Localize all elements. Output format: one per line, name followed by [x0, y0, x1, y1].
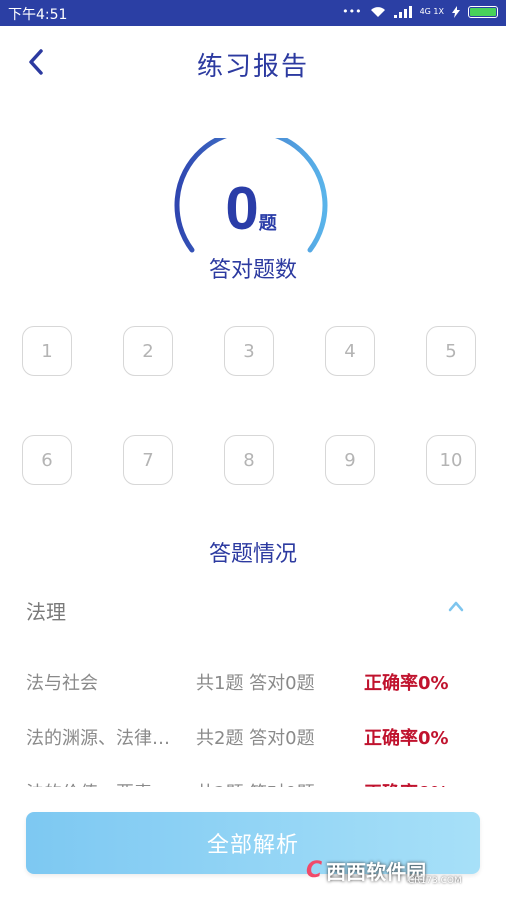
question-number-button[interactable]: 1	[22, 326, 72, 376]
header: 练习报告	[0, 26, 506, 100]
score-label: 答对题数	[208, 258, 297, 283]
question-number-button[interactable]: 4	[325, 326, 375, 376]
status-bar: 下午4:51 ••• 4G 1X	[0, 0, 506, 26]
topic-name: 法与社会	[26, 673, 98, 694]
signal-icon	[393, 5, 412, 18]
more-dots-icon: •••	[342, 5, 362, 18]
score-unit: 题	[258, 213, 277, 234]
watermark-sub: CR173.COM	[408, 876, 462, 886]
topic-stats: 共2题 答对0题	[196, 728, 315, 749]
chevron-up-icon[interactable]	[448, 600, 464, 612]
status-icons: ••• 4G 1X	[342, 5, 498, 18]
page-title: 练习报告	[196, 52, 309, 82]
score-value: 0题	[166, 174, 336, 243]
section-title: 答题情况	[208, 542, 297, 567]
question-number-button[interactable]: 10	[426, 435, 476, 485]
question-number-button[interactable]: 8	[224, 435, 274, 485]
status-time: 下午4:51	[8, 7, 68, 23]
watermark-logo: C 西西软件园 CR173.COM	[306, 850, 492, 890]
result-list: 法与社会 共1题 答对0题 正确率0% 法的渊源、法律… 共2题 答对0题 正确…	[0, 655, 506, 787]
score-number: 0	[225, 175, 259, 242]
topic-stats: 共1题 答对0题	[196, 673, 315, 694]
category-name: 法理	[26, 600, 66, 624]
watermark-mark: C	[306, 857, 323, 883]
question-number-button[interactable]: 3	[224, 326, 274, 376]
list-item[interactable]: 法与社会 共1题 答对0题 正确率0%	[26, 669, 486, 699]
list-item[interactable]: 法的渊源、法律… 共2题 答对0题 正确率0%	[26, 724, 486, 754]
topic-stats: 共2题 答对0题	[196, 779, 315, 787]
question-number-button[interactable]: 6	[22, 435, 72, 485]
topic-name: 法的价值、要素…	[26, 779, 186, 787]
network-type: 4G 1X	[419, 7, 444, 16]
topic-name: 法的渊源、法律…	[26, 728, 170, 749]
question-number-button[interactable]: 9	[325, 435, 375, 485]
charging-icon	[452, 5, 460, 18]
score-gauge: 0题	[166, 138, 336, 268]
battery-icon	[468, 5, 498, 18]
topic-rate: 正确率0%	[364, 779, 449, 787]
topic-rate: 正确率0%	[364, 673, 449, 694]
question-number-button[interactable]: 2	[123, 326, 173, 376]
list-item[interactable]: 法的价值、要素… 共2题 答对0题 正确率0%	[26, 779, 486, 787]
question-number-button[interactable]: 7	[123, 435, 173, 485]
wifi-icon	[370, 6, 385, 17]
question-number-button[interactable]: 5	[426, 326, 476, 376]
topic-rate: 正确率0%	[364, 728, 449, 749]
category-header[interactable]: 法理	[26, 596, 480, 626]
